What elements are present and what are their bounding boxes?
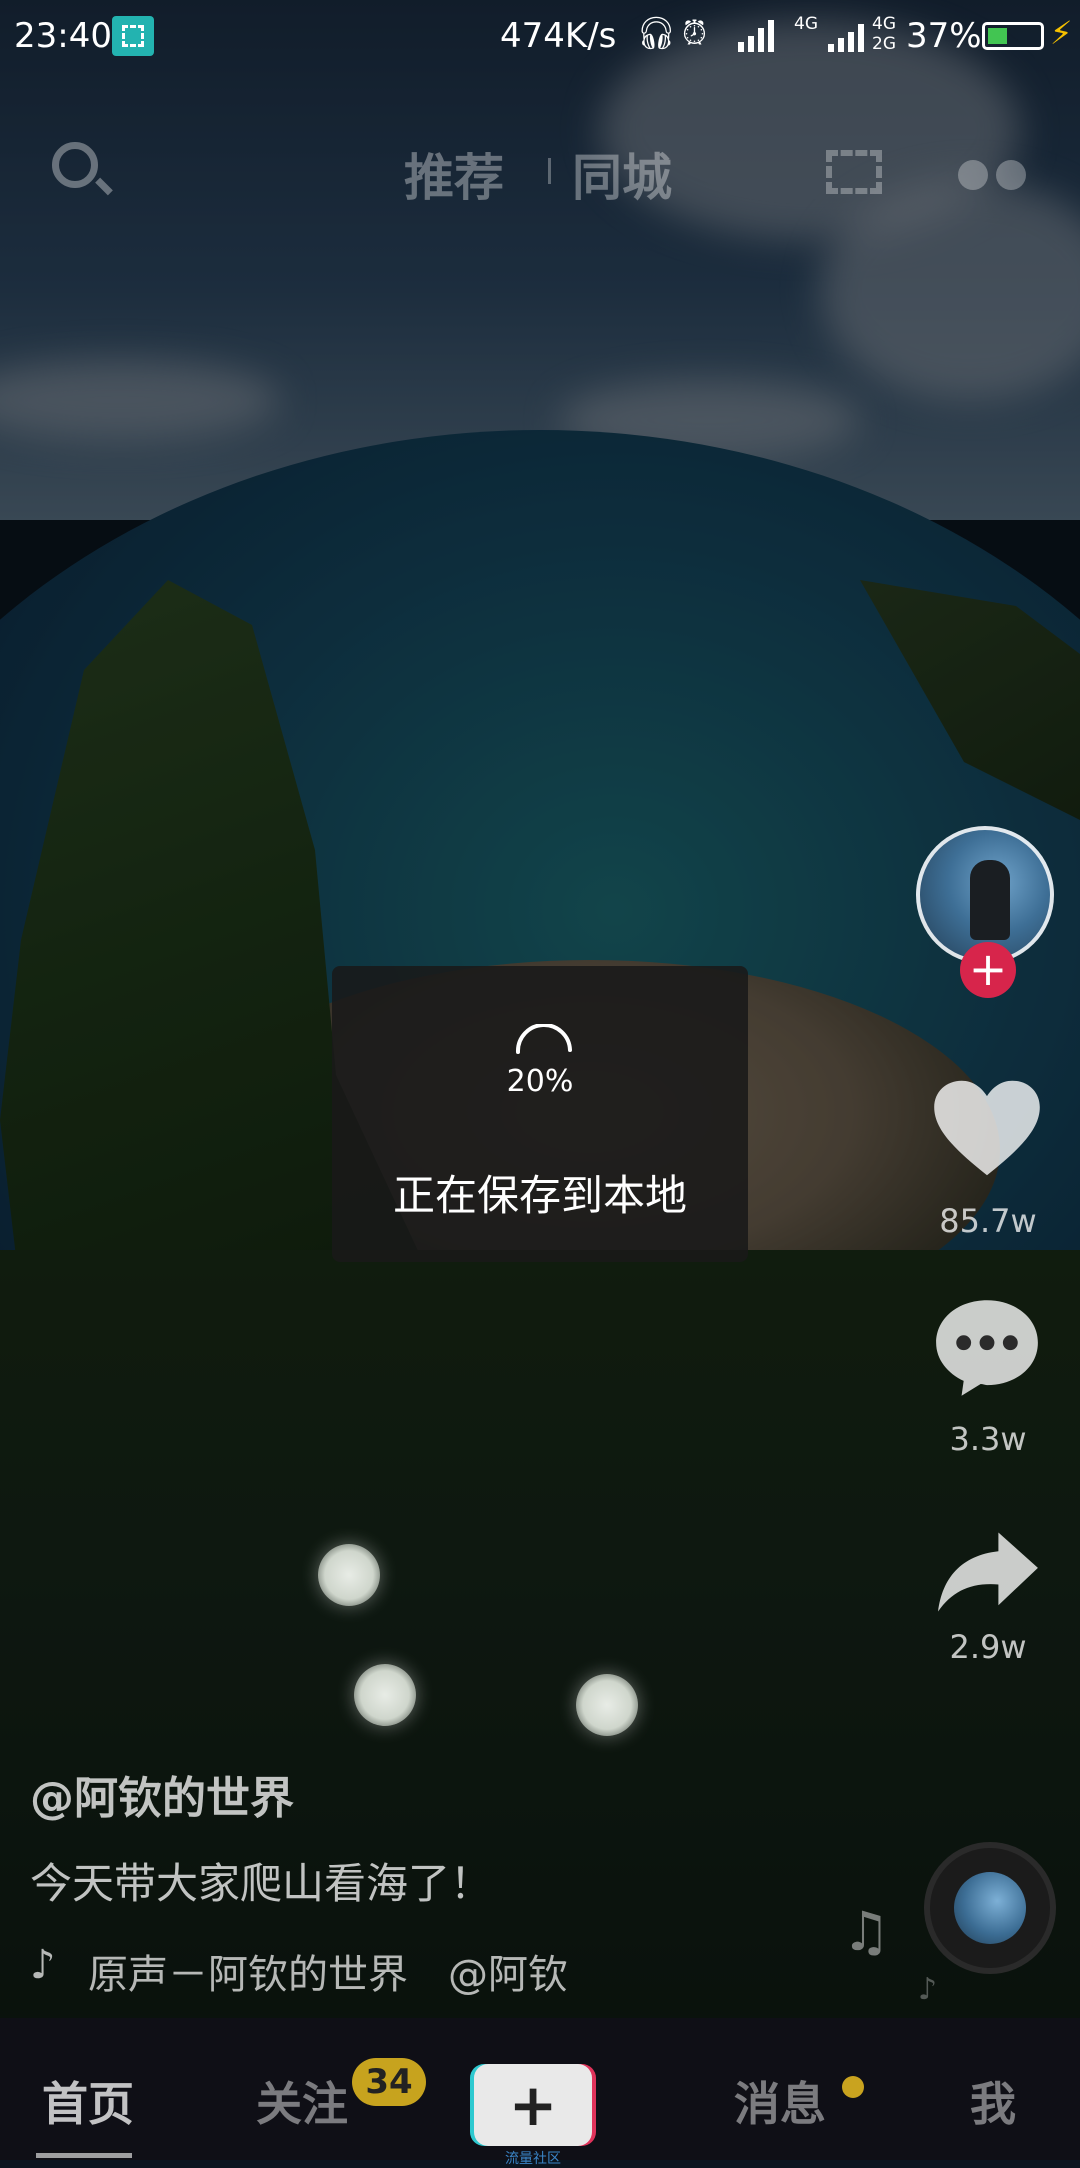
create-sublabel: 流量社区 [505,2151,561,2167]
nav-following[interactable]: 关注 [256,2068,348,2134]
share-count: 2.9w [949,1628,1027,1666]
tab-divider [548,158,551,184]
scan-icon[interactable] [826,150,882,194]
signal-icon [738,18,782,52]
music-info[interactable]: ♪ ​原声－阿钦的世界 @阿钦 [30,1940,590,1996]
net-speed: 474K/s [500,16,617,56]
music-title: ​原声－阿钦的世界 @阿钦 [88,1952,568,1996]
like-icon[interactable] [932,1078,1042,1178]
save-progress: 20% [506,1064,574,1099]
messages-dot [842,2076,864,2098]
search-icon[interactable] [52,142,98,188]
follow-button[interactable]: + [960,942,1016,998]
plus-icon: + [508,2071,558,2139]
like-count: 85.7w [939,1202,1037,1240]
floating-note-icon: ♪ [918,1972,938,2007]
nav-messages[interactable]: 消息 [734,2068,826,2134]
floating-note-icon: ♫ [842,1900,891,1963]
nav-home-indicator [36,2153,132,2158]
battery-percent: 37% [906,16,982,56]
author-name[interactable]: @阿钦的世界 [30,1762,294,1826]
saving-toast: 20% 正在保存到本地 [332,966,748,1262]
battery-icon [982,22,1044,50]
top-nav: 推荐 同城 [0,120,1080,220]
light-orb [576,1674,638,1736]
share-icon[interactable] [936,1530,1040,1614]
battery-level [988,28,1007,44]
glasses-icon[interactable] [958,160,1028,190]
following-badge: 34 [352,2058,426,2106]
comment-count: 3.3w [949,1420,1027,1458]
nav-home[interactable]: 首页 [42,2068,134,2134]
signal-icon [828,18,872,52]
screenshot-scan-icon [112,16,154,56]
network-type-2: 4G 2G [872,14,896,54]
music-note-icon: ♪ [30,1942,56,1988]
network-type-1: 4G [794,14,818,34]
nav-me[interactable]: 我 [970,2068,1016,2134]
create-button[interactable]: + [470,2064,596,2146]
music-disc-cover [954,1872,1026,1944]
music-disc[interactable] [924,1842,1056,1974]
video-caption: 今天带大家爬山看海了！ [30,1859,493,1908]
charging-icon: ⚡︎ [1050,14,1073,52]
headphones-icon: 🎧︎ [636,14,677,52]
save-message: 正在保存到本地 [392,1171,687,1220]
alarm-icon: ⏰︎ [682,14,707,52]
tab-local[interactable]: 同城 [572,138,672,210]
light-orb [318,1544,380,1606]
light-orb [354,1664,416,1726]
bottom-nav: 首页 关注 34 + 流量社区 消息 我 [0,2018,1080,2167]
tab-recommend[interactable]: 推荐 [404,138,504,210]
comment-icon[interactable] [934,1298,1040,1398]
status-bar: 23:40 474K/s 🎧︎ ⏰︎ 4G 4G 2G 37% ⚡︎ [0,0,1080,72]
status-time: 23:40 [14,16,112,56]
